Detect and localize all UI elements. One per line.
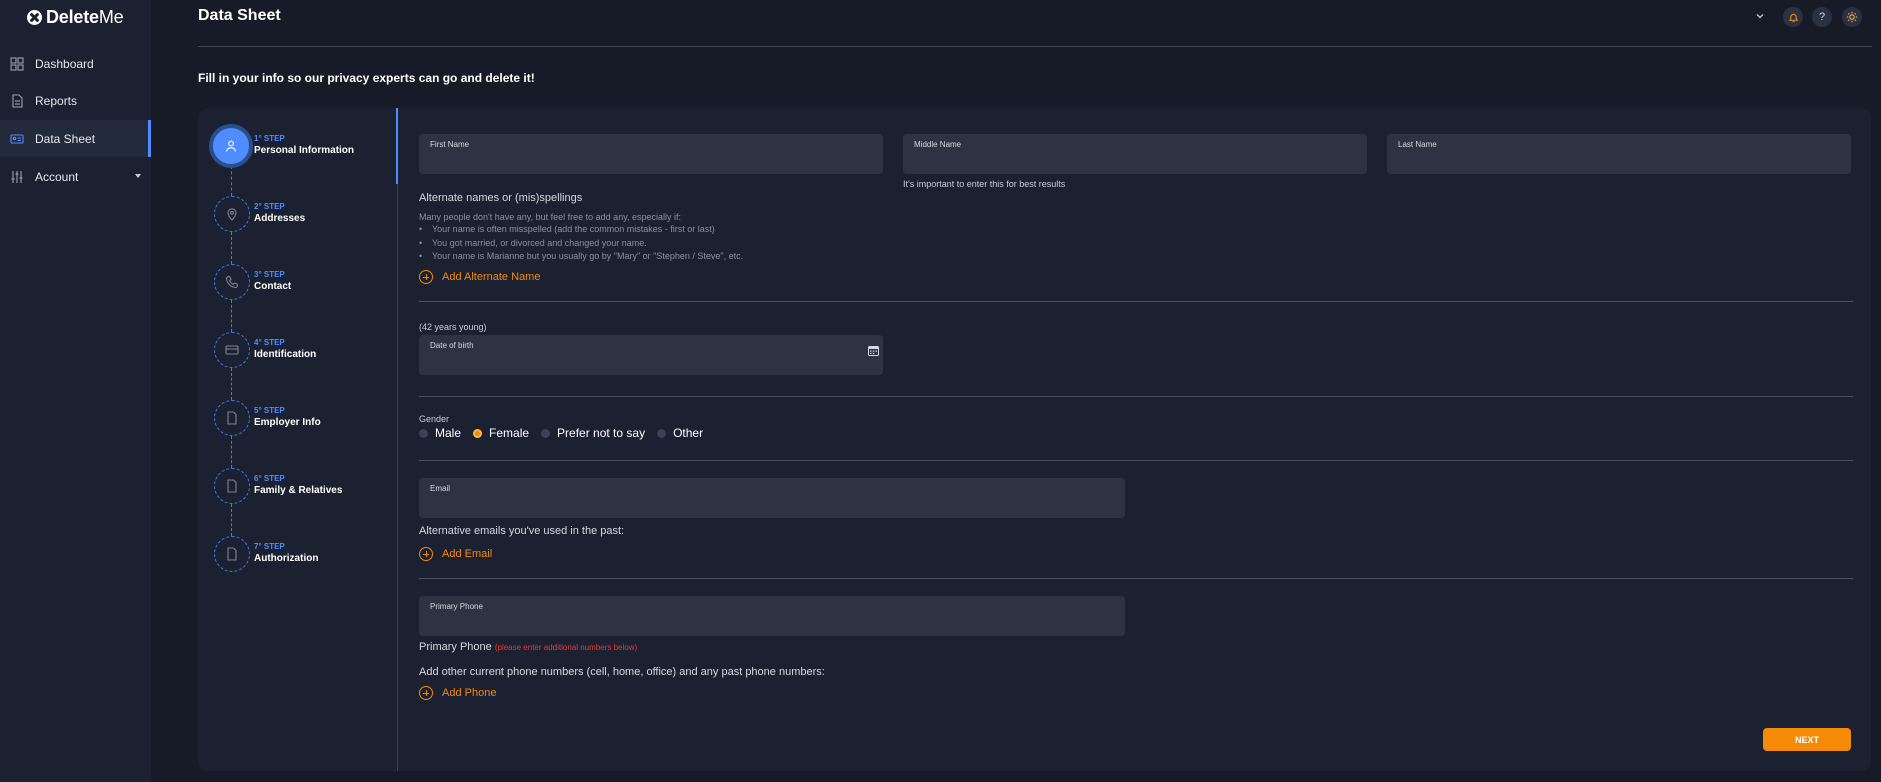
add-alternate-name-button[interactable]: Add Alternate Name — [419, 270, 540, 284]
middle-name-field[interactable]: Middle Name — [903, 134, 1367, 174]
alt-emails-title: Alternative emails you've used in the pa… — [419, 525, 625, 537]
sidebar-item-reports[interactable]: Reports — [0, 82, 151, 119]
gender-radio-other[interactable]: Other — [657, 426, 703, 440]
email-field[interactable]: Email — [419, 478, 1125, 518]
sidebar-item-label: Data Sheet — [35, 131, 96, 146]
sidebar-item-data-sheet[interactable]: Data Sheet — [0, 120, 151, 157]
gender-radio-female[interactable]: Female — [473, 426, 529, 440]
first-name-input[interactable] — [430, 152, 854, 168]
next-button[interactable]: NEXT — [1763, 728, 1851, 751]
alt-names-intro: Many people don't have any, but feel fre… — [419, 212, 682, 222]
other-phones-title: Add other current phone numbers (cell, h… — [419, 666, 825, 678]
stepper-divider — [397, 108, 398, 771]
alt-names-bullets: Your name is often misspelled (add the c… — [419, 223, 743, 264]
stepper-active-indicator — [396, 108, 398, 184]
logo-mark-icon — [27, 9, 42, 25]
sidebar-item-label: Reports — [35, 93, 78, 108]
plus-circle-icon — [419, 270, 433, 284]
sidebar-item-label: Dashboard — [35, 56, 94, 71]
section-divider — [419, 396, 1853, 397]
middle-name-input[interactable] — [914, 152, 1338, 168]
primary-phone-field[interactable]: Primary Phone — [419, 596, 1125, 636]
section-divider — [419, 460, 1853, 461]
section-divider — [419, 578, 1853, 579]
sidebar-item-label: Account — [35, 169, 79, 184]
primary-phone-title: Primary Phone (please enter additional n… — [419, 641, 638, 653]
intro-text: Fill in your info so our privacy experts… — [198, 71, 535, 85]
map-pin-icon — [227, 208, 237, 221]
calendar-icon[interactable] — [868, 345, 879, 356]
primary-phone-input[interactable] — [430, 614, 1096, 630]
bell-icon[interactable] — [1783, 7, 1803, 27]
first-name-field[interactable]: First Name — [419, 134, 883, 174]
alt-names-title: Alternate names or (mis)spellings — [419, 192, 583, 204]
sun-icon[interactable] — [1842, 7, 1862, 27]
id-card-icon — [225, 345, 239, 355]
file-icon — [227, 547, 237, 561]
email-input[interactable] — [430, 496, 1096, 512]
section-divider — [419, 301, 1853, 302]
date-of-birth-field[interactable]: Date of birth — [419, 335, 883, 375]
file-icon — [227, 479, 237, 493]
caret-down-icon — [135, 174, 141, 178]
page-title: Data Sheet — [198, 7, 281, 24]
help-icon[interactable]: ? — [1812, 7, 1832, 27]
add-phone-button[interactable]: Add Phone — [419, 686, 496, 700]
id-card-icon — [10, 133, 24, 144]
phone-note: (please enter additional numbers below) — [494, 643, 638, 652]
date-of-birth-input[interactable] — [430, 353, 854, 369]
list-item: Your name is Marianne but you usually go… — [419, 250, 743, 264]
age-note: (42 years young) — [419, 322, 487, 332]
gender-radio-prefer-not-to-say[interactable]: Prefer not to say — [541, 426, 645, 440]
deleteme-logo[interactable]: DeleteMe — [27, 6, 124, 28]
plus-circle-icon — [419, 686, 433, 700]
last-name-input[interactable] — [1398, 152, 1822, 168]
gender-radio-male[interactable]: Male — [419, 426, 461, 440]
sliders-icon — [11, 170, 23, 183]
list-item: Your name is often misspelled (add the c… — [419, 223, 743, 237]
gender-radio-group: Male Female Prefer not to say Other — [419, 426, 715, 440]
last-name-field[interactable]: Last Name — [1387, 134, 1851, 174]
file-icon — [227, 411, 237, 425]
sidebar-item-dashboard[interactable]: Dashboard — [0, 45, 151, 82]
sidebar-item-account[interactable]: Account — [0, 158, 151, 195]
phone-icon — [225, 275, 239, 289]
chevron-down-icon[interactable] — [1754, 10, 1766, 22]
middle-name-hint: It's important to enter this for best re… — [903, 179, 1066, 189]
sidebar: DeleteMe Dashboard Reports Data Sheet Ac… — [0, 0, 151, 782]
plus-circle-icon — [419, 547, 433, 561]
grid-icon — [10, 56, 24, 71]
document-icon — [12, 93, 23, 108]
list-item: You got married, or divorced and changed… — [419, 237, 743, 251]
add-email-button[interactable]: Add Email — [419, 547, 492, 561]
header-divider — [198, 46, 1872, 47]
user-icon — [225, 140, 237, 152]
gender-label: Gender — [419, 414, 450, 424]
